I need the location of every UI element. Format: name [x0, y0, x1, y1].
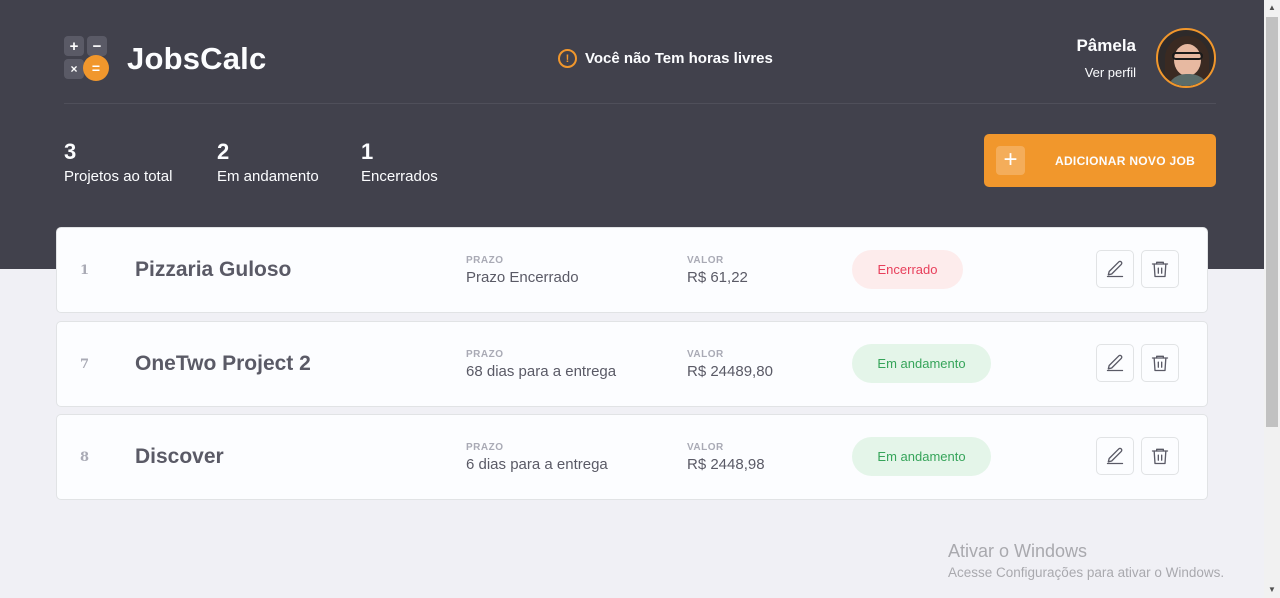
pencil-icon [1106, 447, 1124, 465]
windows-activation-watermark: Ativar o Windows Acesse Configurações pa… [948, 541, 1224, 580]
avatar[interactable] [1156, 28, 1216, 88]
free-hours-notice: ! Você não Tem horas livres [558, 49, 773, 68]
job-id: 7 [80, 357, 90, 372]
stat-value: 2 [217, 139, 230, 164]
status-badge: Em andamento [852, 344, 991, 383]
scrollbar-thumb[interactable] [1266, 17, 1278, 427]
edit-job-button[interactable] [1096, 344, 1134, 382]
edit-job-button[interactable] [1096, 250, 1134, 288]
deadline-value: 6 dias para a entrega [466, 456, 608, 473]
stat-label: Projetos ao total [64, 168, 173, 185]
deadline-label: PRAZO [466, 442, 504, 453]
add-new-job-button[interactable]: + ADICIONAR NOVO JOB [984, 134, 1216, 187]
logo[interactable]: + − × = JobsCalc [64, 36, 266, 81]
logo-minus: − [87, 36, 107, 56]
profile-name: Pâmela [1076, 36, 1136, 55]
trash-icon [1151, 355, 1169, 372]
add-new-job-label: ADICIONAR NOVO JOB [1055, 153, 1196, 168]
avatar-face [1174, 44, 1201, 76]
pencil-icon [1106, 354, 1124, 372]
pencil-icon [1106, 260, 1124, 278]
job-id: 1 [80, 263, 90, 278]
watermark-subtitle: Acesse Configurações para ativar o Windo… [948, 565, 1225, 580]
job-card: 1 Pizzaria Guloso PRAZO Prazo Encerrado … [56, 227, 1208, 313]
profile: Pâmela Ver perfil [1076, 28, 1216, 88]
watermark-title: Ativar o Windows [948, 541, 1088, 561]
status-badge: Encerrado [852, 250, 963, 289]
stat-in-progress: 2 Em andamento [217, 139, 319, 186]
value-amount: R$ 24489,80 [687, 363, 773, 380]
stat-closed: 1 Encerrados [361, 139, 438, 186]
scroll-up-arrow-icon[interactable]: ▲ [1264, 0, 1280, 16]
job-card: 8 Discover PRAZO 6 dias para a entrega V… [56, 414, 1208, 500]
stat-value: 3 [64, 139, 77, 164]
stat-total-projects: 3 Projetos ao total [64, 139, 173, 186]
app-name: JobsCalc [127, 40, 267, 76]
value-label: VALOR [687, 349, 724, 360]
value-label: VALOR [687, 255, 724, 266]
free-hours-text: Você não Tem horas livres [585, 50, 773, 67]
job-id: 8 [80, 450, 90, 465]
status-badge: Em andamento [852, 437, 991, 476]
deadline-value: Prazo Encerrado [466, 269, 579, 286]
delete-job-button[interactable] [1141, 344, 1179, 382]
stat-value: 1 [361, 139, 374, 164]
scroll-down-arrow-icon[interactable]: ▼ [1264, 582, 1280, 598]
job-card: 7 OneTwo Project 2 PRAZO 68 dias para a … [56, 321, 1208, 407]
value-amount: R$ 61,22 [687, 269, 748, 286]
avatar-glasses [1172, 52, 1203, 60]
stat-label: Em andamento [217, 168, 319, 185]
edit-job-button[interactable] [1096, 437, 1134, 475]
calculator-icon: + − × = [64, 36, 109, 81]
trash-icon [1151, 448, 1169, 465]
vertical-scrollbar[interactable]: ▲ ▼ [1264, 0, 1280, 598]
deadline-label: PRAZO [466, 255, 504, 266]
alert-circle-icon: ! [558, 49, 577, 68]
job-name: Pizzaria Guloso [135, 258, 292, 281]
job-name: OneTwo Project 2 [135, 352, 311, 375]
page: + − × = JobsCalc ! Você não Tem horas li… [0, 0, 1264, 598]
logo-equals: = [83, 55, 109, 81]
value-label: VALOR [687, 442, 724, 453]
value-amount: R$ 2448,98 [687, 456, 765, 473]
plus-icon: + [996, 146, 1025, 175]
deadline-value: 68 dias para a entrega [466, 363, 617, 380]
view-profile-link[interactable]: Ver perfil [1076, 65, 1136, 80]
trash-icon [1151, 261, 1169, 278]
delete-job-button[interactable] [1141, 437, 1179, 475]
profile-info: Pâmela Ver perfil [1076, 36, 1136, 80]
delete-job-button[interactable] [1141, 250, 1179, 288]
job-name: Discover [135, 445, 224, 468]
logo-plus: + [64, 36, 84, 56]
deadline-label: PRAZO [466, 349, 504, 360]
header-divider [64, 103, 1216, 104]
logo-times: × [64, 59, 84, 79]
stat-label: Encerrados [361, 168, 438, 185]
